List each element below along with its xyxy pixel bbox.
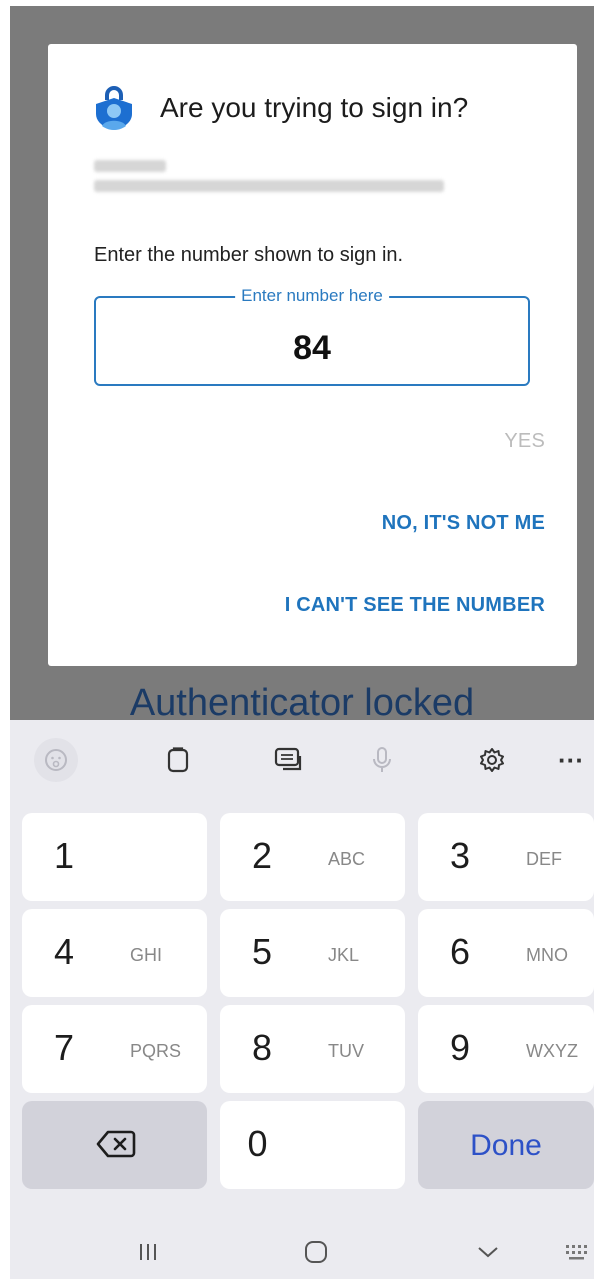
authenticator-lock-icon (96, 86, 132, 130)
back-icon[interactable] (468, 1234, 508, 1270)
key-4[interactable]: 4 GHI (22, 909, 207, 997)
clipboard-icon[interactable] (156, 738, 200, 782)
sign-in-dialog: Are you trying to sign in? Enter the num… (48, 44, 577, 666)
numeric-keyboard: ··· 1 2 ABC 3 DEF 4 GHI 5 JKL 6 MNO 7 PQ… (10, 720, 594, 1279)
key-1[interactable]: 1 (22, 813, 207, 901)
keyboard-mode-icon[interactable] (266, 738, 310, 782)
recent-apps-icon[interactable] (128, 1234, 168, 1270)
number-field[interactable]: Enter number here (94, 286, 530, 386)
home-icon[interactable] (296, 1234, 336, 1270)
key-6[interactable]: 6 MNO (418, 909, 594, 997)
key-2[interactable]: 2 ABC (220, 813, 405, 901)
microphone-icon[interactable] (360, 738, 404, 782)
done-key[interactable]: Done (418, 1101, 594, 1189)
system-navigation-bar (10, 1226, 594, 1279)
sticker-icon[interactable] (34, 738, 78, 782)
authenticator-locked-text: Authenticator locked (129, 682, 475, 724)
not-me-button[interactable]: NO, IT'S NOT ME (382, 512, 545, 535)
settings-icon[interactable] (470, 738, 514, 782)
more-icon[interactable]: ··· (558, 738, 594, 782)
dialog-title: Are you trying to sign in? (160, 92, 469, 123)
key-5[interactable]: 5 JKL (220, 909, 405, 997)
key-8[interactable]: 8 TUV (220, 1005, 405, 1093)
yes-button[interactable]: YES (504, 430, 545, 453)
key-9[interactable]: 9 WXYZ (418, 1005, 594, 1093)
number-input[interactable] (96, 328, 528, 369)
instruction-text: Enter the number shown to sign in. (94, 244, 404, 266)
key-7[interactable]: 7 PQRS (22, 1005, 207, 1093)
keyboard-grid-icon[interactable] (558, 1234, 594, 1270)
key-3[interactable]: 3 DEF (418, 813, 594, 901)
number-field-label: Enter number here (235, 286, 389, 306)
account-info-redacted (94, 160, 444, 200)
key-0[interactable]: 0 (220, 1101, 405, 1189)
cant-see-number-button[interactable]: I CAN'T SEE THE NUMBER (285, 594, 545, 617)
keyboard-toolbar: ··· (10, 720, 594, 798)
